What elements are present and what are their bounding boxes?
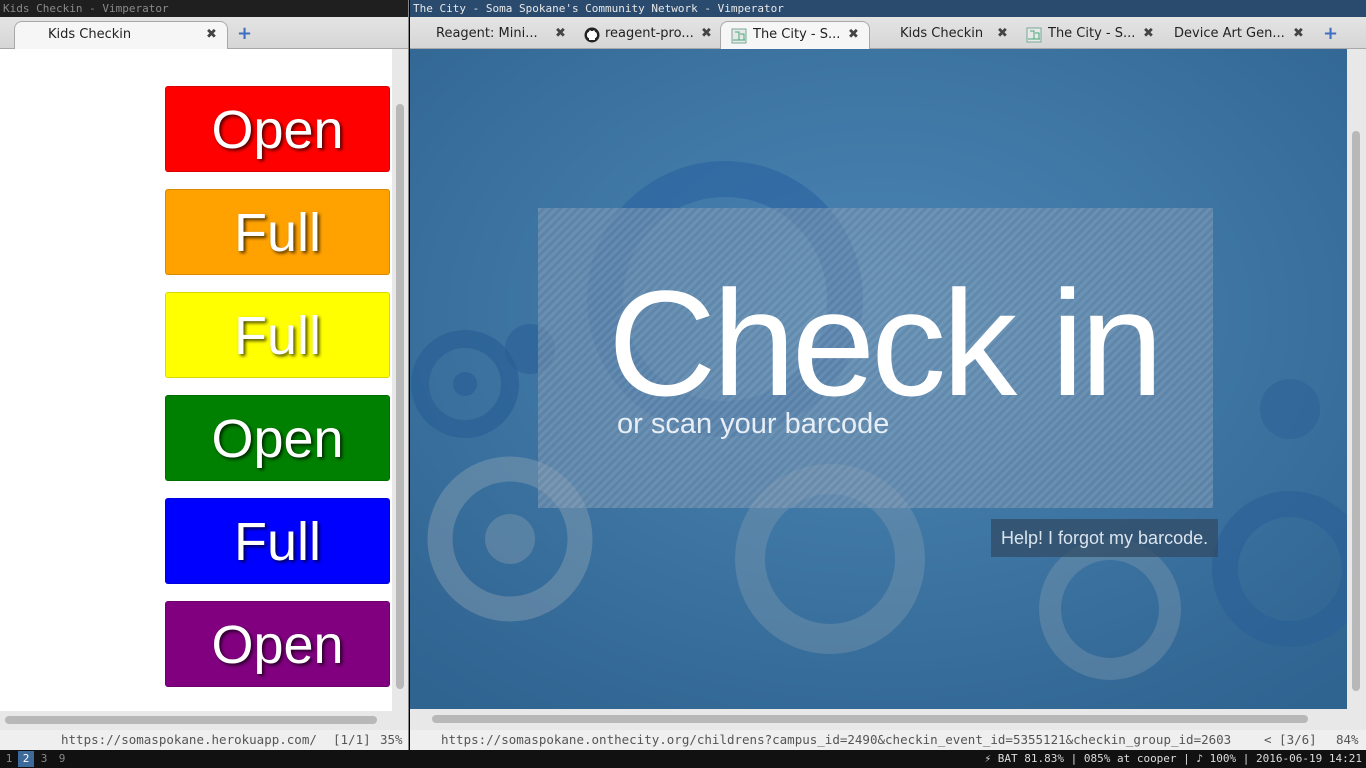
forgot-barcode-link[interactable]: Help! I forgot my barcode.	[991, 519, 1219, 557]
tab-label: reagent-pro...	[605, 26, 694, 41]
status-url: https://somaspokane.onthecity.org/childr…	[441, 732, 1232, 747]
scan-barcode-text: or scan your barcode	[617, 408, 890, 440]
scrollbar-thumb[interactable]	[432, 715, 1308, 723]
close-tab-icon[interactable]: ✖	[701, 21, 712, 47]
thecity-icon	[1026, 27, 1042, 43]
room-button-1[interactable]: Open	[165, 86, 390, 172]
window-title: Kids Checkin - Vimperator	[0, 0, 408, 17]
tab-kids-checkin[interactable]: Kids Checkin ✖	[870, 21, 1016, 49]
tab-label: Reagent: Mini...	[436, 26, 538, 41]
tab-the-city-active[interactable]: The City - S... ✖	[720, 21, 870, 49]
room-button-6[interactable]: Open	[165, 601, 390, 687]
right-browser-window: The City - Soma Spokane's Community Netw…	[410, 0, 1366, 750]
workspace-1[interactable]: 1	[1, 751, 17, 767]
window-title: The City - Soma Spokane's Community Netw…	[410, 0, 1366, 17]
close-tab-icon[interactable]: ✖	[997, 21, 1008, 47]
github-icon	[584, 27, 600, 43]
tab-device-art[interactable]: Device Art Gen... ✖	[1162, 21, 1312, 49]
thecity-icon	[731, 28, 747, 44]
close-tab-icon[interactable]: ✖	[1293, 21, 1304, 47]
close-tab-icon[interactable]: ✖	[555, 21, 566, 47]
room-button-4[interactable]: Open	[165, 395, 390, 481]
page-content: Check in or scan your barcode Help! I fo…	[410, 49, 1347, 709]
room-button-5[interactable]: Full	[165, 498, 390, 584]
tab-bar: Reagent: Mini... ✖ reagent-pro... ✖ The …	[410, 17, 1366, 49]
status-bar: https://somaspokane.onthecity.org/childr…	[410, 730, 1366, 750]
page-content: Open Full Full Open Full Open	[0, 49, 392, 711]
taskbar: 1 2 3 9 ⚡ BAT 81.83% | 085% at cooper | …	[0, 750, 1366, 768]
close-tab-icon[interactable]: ✖	[848, 22, 859, 48]
tab-the-city-2[interactable]: The City - S... ✖	[1016, 21, 1162, 49]
tab-reagent[interactable]: Reagent: Mini... ✖	[424, 21, 574, 49]
tab-label: Device Art Gen...	[1174, 26, 1285, 41]
room-button-3[interactable]: Full	[165, 292, 390, 378]
status-zoom: 84%	[1336, 732, 1359, 747]
workspace-2[interactable]: 2	[18, 751, 34, 767]
horizontal-scrollbar[interactable]	[410, 709, 1366, 730]
status-url: https://somaspokane.herokuapp.com/	[61, 732, 317, 747]
vertical-scrollbar[interactable]	[392, 49, 408, 711]
tab-reagent-project[interactable]: reagent-pro... ✖	[574, 21, 720, 49]
close-tab-icon[interactable]: ✖	[1143, 21, 1154, 47]
vertical-scrollbar[interactable]	[1347, 49, 1366, 709]
tab-label: The City - S...	[1048, 26, 1136, 41]
status-zoom: 35%	[380, 732, 403, 747]
tab-label: Kids Checkin	[48, 27, 132, 42]
status-position: [1/1]	[333, 732, 371, 747]
scrollbar-thumb[interactable]	[5, 716, 377, 724]
status-position: < [3/6]	[1264, 732, 1317, 747]
scrollbar-thumb[interactable]	[396, 104, 404, 689]
status-bar: https://somaspokane.herokuapp.com/ [1/1]…	[0, 730, 408, 750]
checkin-panel: Check in or scan your barcode	[538, 208, 1213, 508]
tab-label: The City - S...	[753, 27, 841, 42]
workspace-9[interactable]: 9	[54, 751, 70, 767]
room-button-2[interactable]: Full	[165, 189, 390, 275]
scrollbar-thumb[interactable]	[1352, 131, 1360, 691]
new-tab-icon[interactable]: +	[1323, 24, 1338, 44]
check-in-heading[interactable]: Check in	[608, 268, 1164, 418]
tab-label: Kids Checkin	[900, 26, 984, 41]
new-tab-icon[interactable]: +	[237, 24, 252, 44]
system-status: ⚡ BAT 81.83% | 085% at cooper | ♪ 100% |…	[984, 752, 1363, 765]
close-tab-icon[interactable]: ✖	[206, 22, 217, 48]
horizontal-scrollbar[interactable]	[0, 711, 408, 730]
tab-bar: Kids Checkin ✖ +	[0, 17, 408, 49]
workspace-3[interactable]: 3	[36, 751, 52, 767]
tab-kids-checkin[interactable]: Kids Checkin ✖	[14, 21, 228, 49]
left-browser-window: Kids Checkin - Vimperator Kids Checkin ✖…	[0, 0, 409, 750]
